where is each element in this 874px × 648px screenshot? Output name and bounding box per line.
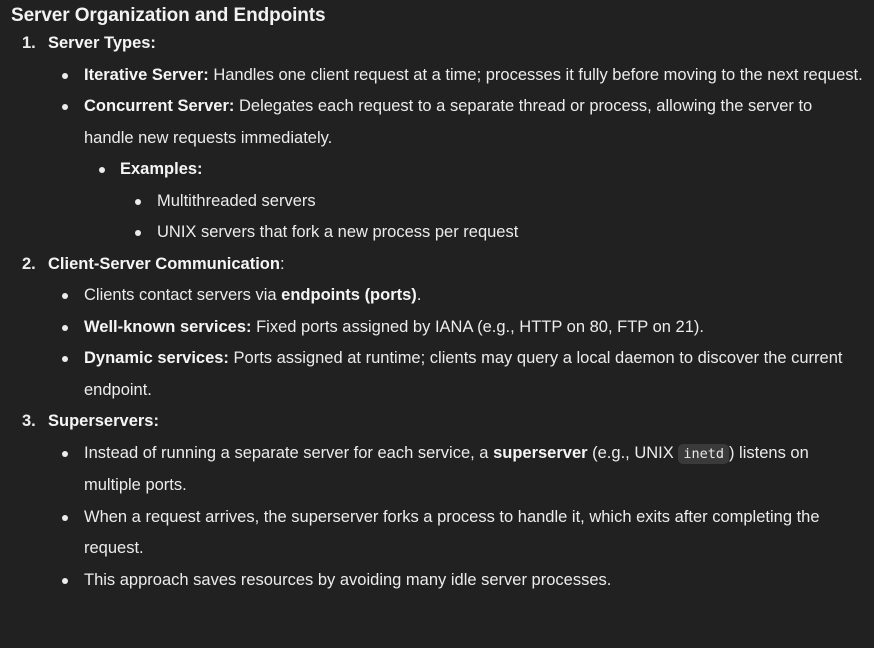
bullet-list: Iterative Server: Handles one client req… bbox=[11, 60, 864, 249]
list-item: Examples: bbox=[11, 154, 864, 186]
bullet-icon bbox=[62, 324, 68, 331]
bullet-icon bbox=[99, 167, 105, 173]
list-item: UNIX servers that fork a new process per… bbox=[11, 217, 864, 249]
section-number: 2. bbox=[22, 254, 36, 273]
section-heading-text: Client-Server Communication bbox=[48, 254, 280, 273]
item-text: Fixed ports assigned by IANA (e.g., HTTP… bbox=[251, 317, 704, 336]
section-superservers: 3. Superservers: Instead of running a sep… bbox=[11, 406, 864, 596]
bullet-icon bbox=[62, 104, 68, 110]
item-text: Handles one client request at a time; pr… bbox=[208, 65, 863, 84]
section-number: 3. bbox=[22, 412, 36, 430]
item-label: Well-known services: bbox=[84, 317, 252, 336]
section-heading: 1. Server Types: bbox=[11, 28, 864, 60]
list-item: Clients contact servers via endpoints (p… bbox=[11, 280, 864, 312]
section-heading: 3. Superservers: bbox=[11, 406, 864, 438]
bullet-icon bbox=[62, 356, 68, 362]
list-item: Dynamic services: Ports assigned at runt… bbox=[11, 343, 864, 406]
item-label: Concurrent Server: bbox=[84, 97, 235, 115]
section-heading-text: Superservers: bbox=[48, 412, 159, 430]
section-client-server-communication: 2. Client-Server Communication: Clients c… bbox=[11, 249, 864, 407]
list-item: Iterative Server: Handles one client req… bbox=[11, 60, 864, 92]
item-text: . bbox=[416, 286, 422, 304]
item-label: Dynamic services: bbox=[84, 349, 229, 367]
bullet-icon bbox=[62, 450, 68, 457]
list-item: This approach saves resources by avoidin… bbox=[11, 565, 864, 597]
item-text: Multithreaded servers bbox=[157, 191, 316, 210]
item-text: Instead of running a separate server for… bbox=[84, 443, 494, 462]
item-text: When a request arrives, the superserver … bbox=[84, 507, 820, 558]
bullet-icon bbox=[62, 293, 68, 299]
page-title: Server Organization and Endpoints bbox=[11, 5, 326, 26]
list-item: When a request arrives, the superserver … bbox=[11, 502, 864, 565]
item-label: Iterative Server: bbox=[84, 65, 209, 84]
item-bold: endpoints (ports) bbox=[281, 286, 417, 304]
item-text: This approach saves resources by avoidin… bbox=[84, 570, 612, 589]
bullet-list: Clients contact servers via endpoints (p… bbox=[11, 280, 864, 406]
bullet-icon bbox=[135, 230, 141, 236]
section-number: 1. bbox=[22, 34, 36, 52]
list-item: Well-known services: Fixed ports assigne… bbox=[11, 312, 864, 344]
item-text: UNIX servers that fork a new process per… bbox=[157, 223, 519, 241]
bullet-icon bbox=[62, 514, 68, 521]
bullet-icon bbox=[62, 577, 68, 584]
item-text: Clients contact servers via bbox=[84, 286, 282, 304]
section-server-types: 1. Server Types: Iterative Server: Handle… bbox=[11, 28, 864, 249]
document: Server Organization and Endpoints 1. Serv… bbox=[0, 0, 874, 648]
section-heading: 2. Client-Server Communication: bbox=[11, 249, 864, 281]
item-bold: superserver bbox=[493, 443, 588, 462]
list-item: Instead of running a separate server for… bbox=[11, 438, 864, 502]
list-item: Multithreaded servers bbox=[11, 186, 864, 218]
bullet-icon bbox=[135, 198, 141, 205]
section-list: 1. Server Types: Iterative Server: Handle… bbox=[11, 28, 864, 596]
item-label: Examples: bbox=[120, 160, 203, 178]
item-text: (e.g., UNIX bbox=[587, 443, 679, 462]
section-heading-text: Server Types: bbox=[48, 34, 156, 52]
inline-code: inetd bbox=[678, 443, 729, 464]
list-item: Concurrent Server: Delegates each reques… bbox=[11, 91, 864, 154]
bullet-icon bbox=[62, 72, 68, 79]
section-heading-suffix: : bbox=[279, 254, 285, 273]
bullet-list: Instead of running a separate server for… bbox=[11, 438, 864, 597]
